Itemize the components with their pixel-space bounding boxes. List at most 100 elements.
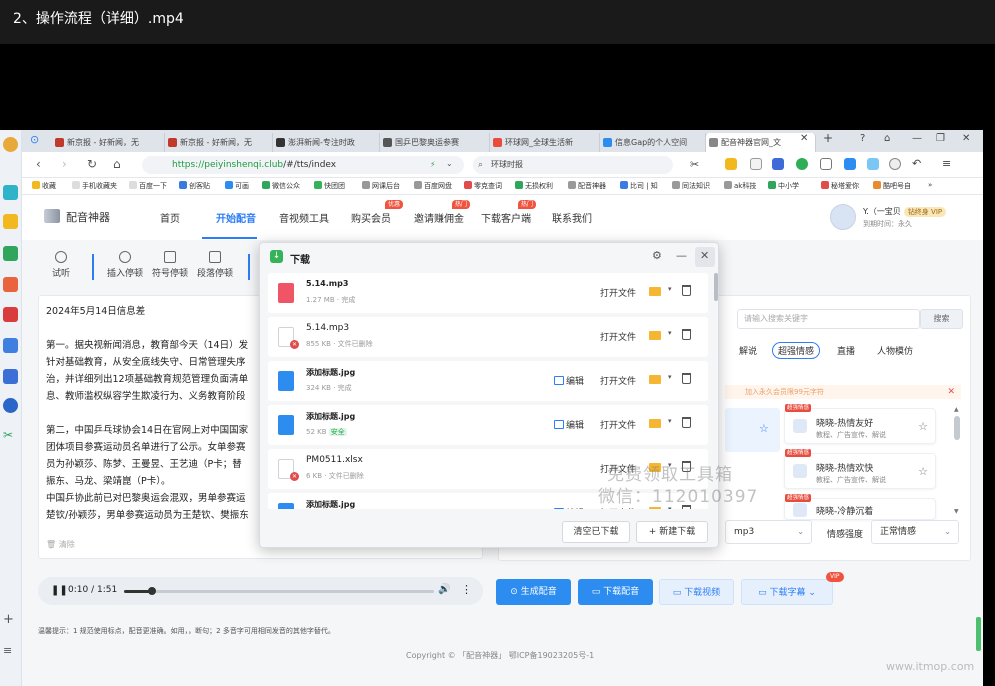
more-vertical-icon[interactable]: ⋮ [461, 583, 472, 596]
voice-card-selected[interactable]: ☆ [725, 408, 780, 452]
forward-icon[interactable]: › [62, 157, 67, 171]
toolbar-ext-icon[interactable] [750, 158, 762, 170]
trash-icon[interactable] [682, 417, 691, 428]
format-select[interactable]: mp3 ⌄ [725, 520, 812, 544]
star-icon[interactable]: ☆ [918, 465, 928, 478]
emotion-select[interactable]: 正常情感 ⌄ [871, 520, 959, 544]
paragraph-pause-button[interactable]: 段落停顿 [197, 251, 233, 279]
restore-icon[interactable]: ❐ [936, 133, 945, 144]
trash-icon[interactable] [682, 373, 691, 384]
edit-image-button[interactable]: 编辑 [554, 418, 584, 431]
app-logo[interactable]: 配音神器 [44, 209, 110, 225]
bookmark-item[interactable]: 百度一下 [129, 181, 167, 191]
open-file-button[interactable]: 打开文件 [600, 330, 636, 343]
progress-track[interactable] [124, 587, 434, 595]
bookmark-item[interactable]: 比司 | 知 [620, 181, 658, 191]
voice-tab-narration[interactable]: 解说 [739, 344, 757, 357]
dock-app-icon[interactable] [3, 185, 18, 200]
undo-icon[interactable]: ↶ [912, 157, 921, 170]
bookmark-item[interactable]: 网课后台 [362, 181, 400, 191]
url-input[interactable]: https://peiyinshenqi.club/#/tts/index [142, 156, 464, 174]
grid-icon[interactable] [820, 158, 832, 170]
download-video-button[interactable]: ▭ 下载视频 [659, 579, 734, 605]
back-icon[interactable]: ‹ [36, 157, 41, 171]
minimize-icon[interactable]: — [676, 249, 687, 262]
download-audio-button[interactable]: ▭ 下载配音 [578, 579, 653, 605]
more-bookmarks-icon[interactable]: » [928, 181, 932, 189]
browser-tab[interactable]: 新京报 - 好新闻，无 [165, 133, 273, 152]
voice-search-button[interactable]: 搜索 [920, 309, 963, 329]
bookmark-item[interactable]: 百度网盘 [414, 181, 452, 191]
edit-image-button[interactable]: 编辑 [554, 506, 584, 509]
symbol-pause-button[interactable]: 符号停顿 [152, 251, 188, 279]
download-subtitle-button[interactable]: ▭ 下载字幕 ⌄ [741, 579, 833, 605]
bookmark-item[interactable]: 收藏 [32, 181, 56, 191]
bookmark-item[interactable]: 无损权利 [515, 181, 553, 191]
voice-list-scrollbar[interactable] [954, 416, 960, 440]
star-icon[interactable] [3, 214, 18, 229]
voice-tab-imitation[interactable]: 人物模仿 [877, 344, 913, 357]
folder-icon[interactable] [649, 419, 661, 428]
volume-icon[interactable]: 🔊 [438, 584, 450, 595]
trash-icon[interactable] [682, 285, 691, 296]
scissors-icon[interactable]: ✂ [690, 158, 699, 171]
download-list-scrollbar[interactable] [714, 273, 718, 301]
voice-card[interactable]: 超强情感 晓晓-热情友好 教程、广告宣传、解说 ☆ [784, 404, 936, 444]
new-tab-icon[interactable]: + [823, 131, 833, 145]
chevron-down-icon[interactable]: ▾ [668, 417, 672, 425]
minimize-icon[interactable]: — [912, 133, 922, 144]
bookmark-item[interactable]: 秘塔爱你 [821, 181, 859, 191]
help-icon[interactable]: ? [860, 133, 865, 144]
dock-app-icon[interactable] [3, 307, 18, 322]
nav-download-client[interactable]: 下载客户端 [481, 210, 531, 225]
browser-tab[interactable]: 环球网_全球生活新 [490, 133, 600, 152]
scroll-down-icon[interactable]: ▼ [954, 508, 959, 515]
toolbar-ext-icon[interactable] [867, 158, 879, 170]
chevron-down-icon[interactable]: ▾ [668, 285, 672, 293]
bookmark-item[interactable]: 中小学 [768, 181, 799, 191]
folder-icon[interactable] [649, 331, 661, 340]
bookmark-item[interactable]: 微信公众 [262, 181, 300, 191]
open-file-button[interactable]: 打开文件 [600, 286, 636, 299]
chevron-down-icon[interactable]: ⌄ [446, 159, 453, 168]
insert-pause-button[interactable]: 插入停顿 [107, 251, 143, 279]
assistant-avatar-icon[interactable] [3, 137, 18, 152]
bookmark-item[interactable]: 可画 [225, 181, 249, 191]
browser-tab[interactable]: 新京报 - 好新闻，无 [52, 133, 165, 152]
menu-icon[interactable]: ≡ [3, 644, 18, 659]
browser-logo-icon[interactable]: ⊙ [30, 133, 39, 146]
voice-card[interactable]: 超强情感 晓晓-热情欢快 教程、广告宣传、解说 ☆ [784, 449, 936, 489]
nav-home[interactable]: 首页 [160, 210, 180, 225]
generate-button[interactable]: ⊙ 生成配音 [496, 579, 571, 605]
dock-app-icon[interactable] [3, 246, 18, 261]
browser-tab[interactable]: 国乒巴黎奥运参赛 [380, 133, 490, 152]
open-file-button[interactable]: 打开文件 [600, 374, 636, 387]
voice-card[interactable]: 超强情感 晓晓-冷静沉着 [784, 494, 936, 520]
reload-icon[interactable]: ↻ [87, 157, 97, 171]
window-close-icon[interactable]: ✕ [962, 133, 970, 144]
bookmark-item[interactable]: 配音神器 [568, 181, 606, 191]
folder-icon[interactable] [649, 507, 661, 509]
scroll-up-icon[interactable]: ▲ [954, 406, 959, 413]
chevron-down-icon[interactable]: ▾ [668, 329, 672, 337]
folder-icon[interactable] [649, 287, 661, 296]
download-item[interactable]: ✕ 5.14.mp3 855 KB · 文件已删除 打开文件 ▾ [268, 317, 708, 357]
home-icon[interactable]: ⌂ [113, 157, 121, 171]
settings-icon[interactable] [889, 158, 901, 170]
browser-search-input[interactable]: ⌕ 环球时报 [473, 156, 673, 174]
voice-tab-emotion[interactable]: 超强情感 [772, 342, 821, 359]
bookmark-item[interactable]: 零克查词 [464, 181, 502, 191]
preview-button[interactable]: 试听 [52, 251, 70, 279]
browser-tab[interactable]: 澎湃新闻-专注时政 [273, 133, 380, 152]
progress-handle[interactable] [147, 587, 156, 595]
star-icon[interactable]: ☆ [759, 422, 769, 435]
shirt-icon[interactable]: ⌂ [884, 133, 890, 144]
nav-start-dubbing[interactable]: 开始配音 [216, 210, 256, 225]
open-file-button[interactable]: 打开文件 [600, 418, 636, 431]
download-item[interactable]: 添加标题.jpg 52 KB 安全 编辑 打开文件 ▾ [268, 405, 708, 445]
scissors-icon[interactable]: ✂ [3, 428, 18, 443]
close-icon[interactable]: ✕ [947, 385, 955, 399]
dock-app-icon[interactable] [3, 398, 18, 413]
clear-downloaded-button[interactable]: 清空已下载 [562, 521, 630, 543]
close-icon[interactable]: ✕ [700, 249, 709, 262]
